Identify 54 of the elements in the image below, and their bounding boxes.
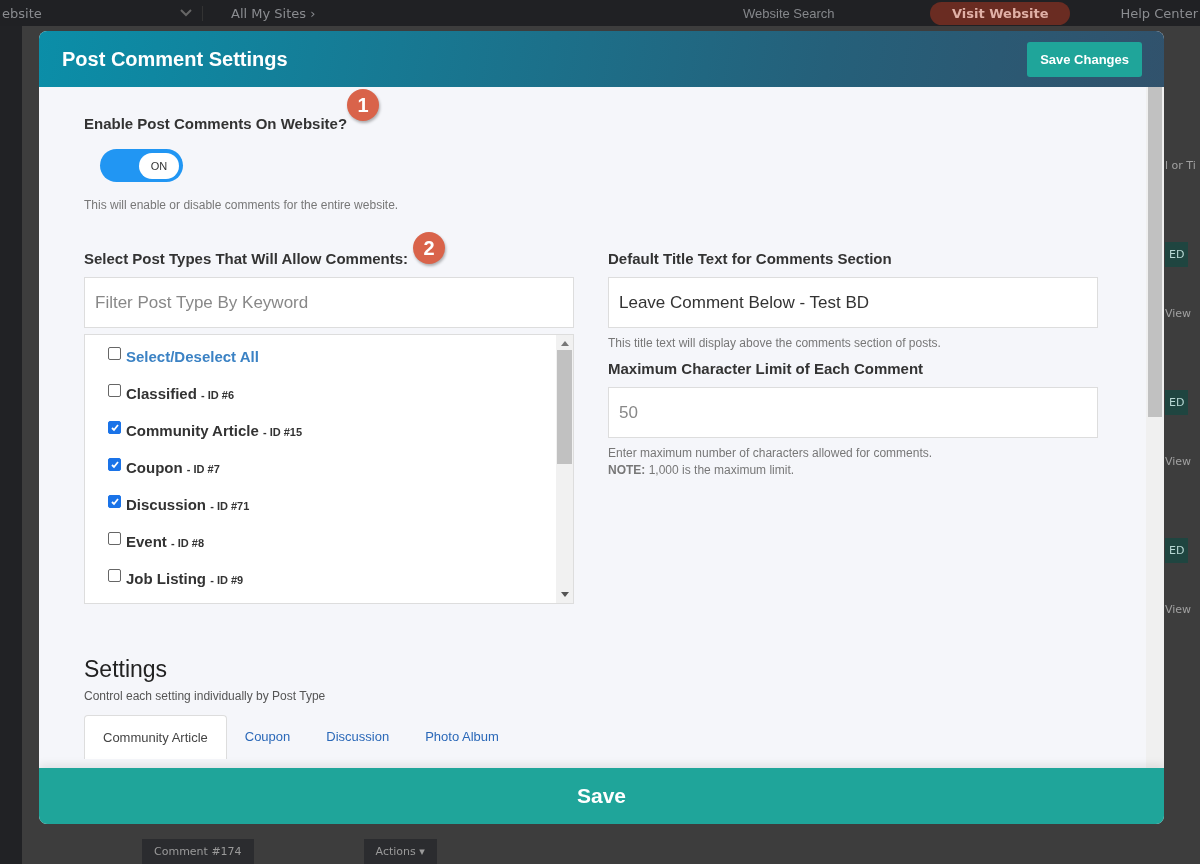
scroll-up-icon[interactable] [560, 341, 569, 346]
note-text: NOTE: 1,000 is the maximum limit. [608, 463, 796, 477]
title-text-field[interactable]: Leave Comment Below - Test BD [608, 277, 1098, 328]
checkbox[interactable] [108, 384, 121, 397]
post-type-label: Discussion - ID #71 [126, 496, 250, 513]
toggle-switch[interactable]: ON [100, 149, 183, 182]
tab[interactable]: Discussion [308, 715, 408, 759]
field-label: Select Post Types That Will Allow Comments: [84, 250, 409, 269]
checkbox[interactable] [108, 347, 121, 360]
background-text: View [1165, 307, 1192, 320]
post-type-label: Job Listing - ID #9 [126, 570, 244, 587]
help-center-link[interactable]: Help Center [1120, 5, 1198, 21]
site-dropdown[interactable]: ebsite [0, 5, 203, 21]
background-text: ED [1165, 242, 1189, 267]
tab[interactable]: Photo Album [407, 715, 517, 759]
tab[interactable]: Community Article [84, 715, 227, 759]
search-field[interactable]: Website Search [741, 4, 915, 22]
checkbox[interactable] [108, 495, 121, 508]
help-text: This will enable or disable comments for the entire website. [84, 198, 400, 212]
filter-field[interactable]: Filter Post Type By Keyword [84, 277, 574, 328]
caret-icon [180, 9, 192, 17]
background-text: View [1165, 603, 1192, 616]
actions-button[interactable]: Actions ▾ [363, 839, 437, 864]
field-label: Maximum Character Limit of Each Comment [608, 360, 924, 379]
step-badge: 1 [347, 89, 380, 121]
help-text: This title text will display above the comments section of posts. [608, 336, 942, 350]
post-type-label: Classified - ID #6 [126, 385, 235, 402]
comment-tag: Comment #174 [142, 839, 254, 864]
section-title: Settings [84, 656, 169, 683]
post-type-label: Event - ID #8 [126, 533, 205, 550]
step-badge: 2 [413, 232, 446, 264]
modal-title: Post Comment Settings [62, 47, 288, 71]
checkbox[interactable] [108, 458, 121, 471]
character-limit-field[interactable]: 50 [608, 387, 1098, 438]
scroll-down-icon[interactable] [560, 592, 569, 597]
background-text: ED [1165, 390, 1189, 415]
field-label: Enable Post Comments On Website? [84, 115, 348, 134]
post-type-label: Community Article - ID #15 [126, 422, 303, 439]
tab[interactable]: Coupon [226, 715, 309, 759]
visit-website-button[interactable]: Visit Website [930, 1, 1071, 25]
breadcrumb-link[interactable]: All My Sites › [231, 5, 731, 21]
checkbox[interactable] [108, 569, 121, 582]
save-changes-button[interactable]: Save Changes [1027, 41, 1142, 77]
checkbox[interactable] [108, 421, 121, 434]
background-text: View [1165, 455, 1192, 468]
checkbox[interactable] [108, 532, 121, 545]
background-text: l or Ti [1165, 159, 1196, 172]
background-text: ED [1165, 538, 1189, 563]
section-subtitle: Control each setting individually by Post Type [84, 689, 327, 703]
save-button[interactable]: Save [39, 768, 1164, 824]
help-text: Enter maximum number of characters allowed for comments. [608, 446, 934, 460]
field-label: Default Title Text for Comments Section [608, 250, 892, 269]
post-type-label: Coupon - ID #7 [126, 459, 220, 476]
select-all-link[interactable]: Select/Deselect All [126, 348, 259, 365]
